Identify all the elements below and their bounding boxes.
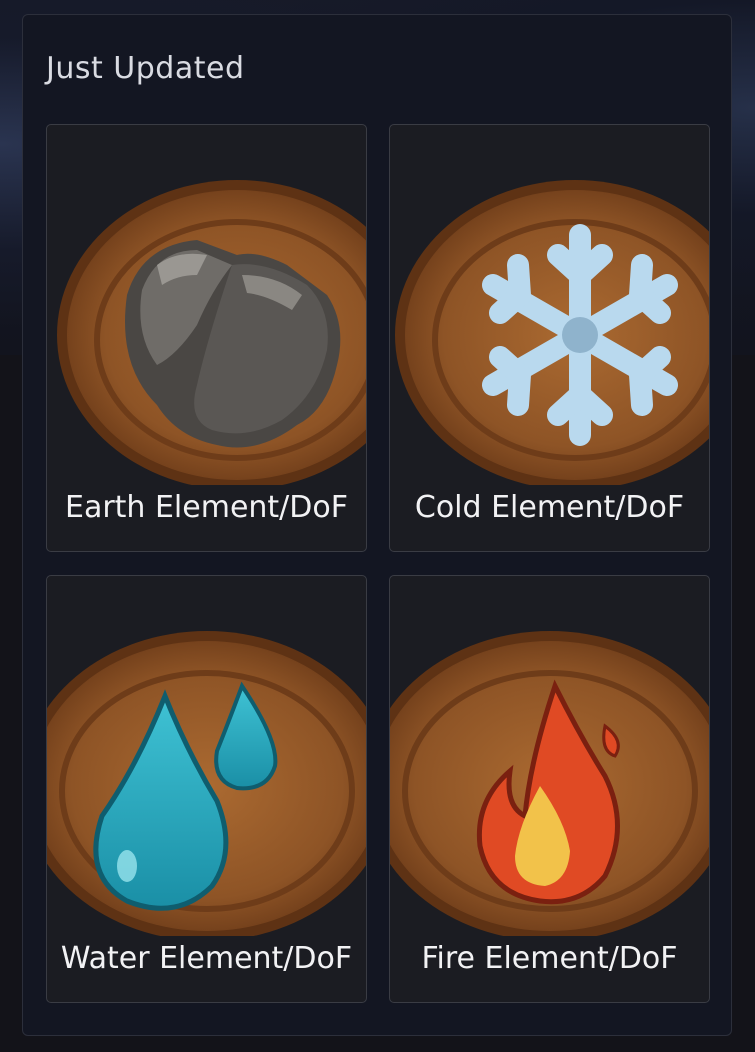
card-earth-element[interactable]: Earth Element/DoF (46, 124, 367, 552)
card-water-element[interactable]: Water Element/DoF (46, 575, 367, 1003)
earth-rock-icon (47, 125, 366, 485)
section-title: Just Updated (46, 51, 245, 86)
card-label: Cold Element/DoF (414, 490, 685, 525)
card-label: Earth Element/DoF (64, 490, 348, 525)
card-label: Water Element/DoF (60, 941, 353, 976)
just-updated-panel: Just Updated Earth Element/DoF Cold Elem… (22, 14, 732, 1036)
card-fire-element[interactable]: Fire Element/DoF (389, 575, 710, 1003)
card-cold-element[interactable]: Cold Element/DoF (389, 124, 710, 552)
card-label: Fire Element/DoF (421, 941, 678, 976)
snowflake-icon (390, 125, 709, 485)
water-drops-icon (47, 576, 366, 936)
fire-icon (390, 576, 709, 936)
